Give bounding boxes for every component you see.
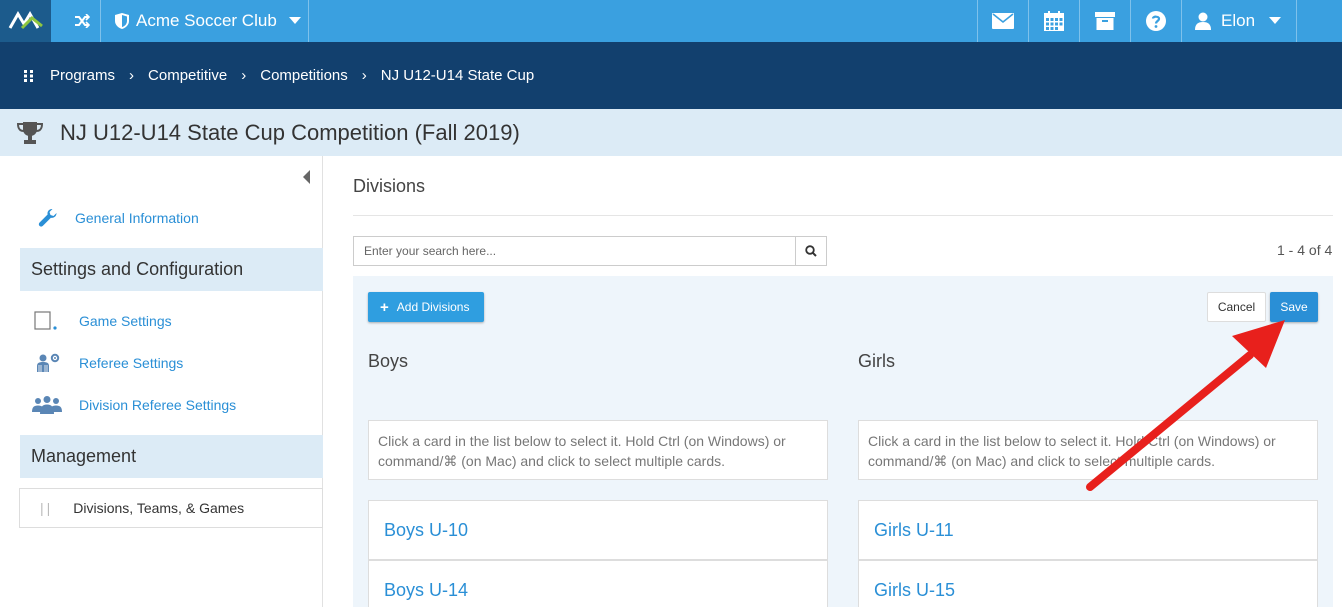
- section-management: Management: [20, 435, 323, 478]
- apps-grid-icon[interactable]: [24, 69, 36, 82]
- referee-gear-icon: [37, 353, 60, 372]
- list-bars-icon: ||: [40, 500, 54, 516]
- search-icon: [805, 245, 817, 257]
- wrench-icon: [38, 209, 57, 227]
- user-name: Elon: [1221, 11, 1256, 30]
- divisions-panel: + Add Divisions Cancel Save Boys Girls C…: [353, 276, 1333, 607]
- sidebar-item-label: Game Settings: [79, 313, 172, 329]
- field-icon: [34, 311, 57, 330]
- sidebar-item-general-information[interactable]: General Information: [38, 208, 199, 228]
- breadcrumb-competitive[interactable]: Competitive: [148, 67, 227, 84]
- main-content: Divisions 1 - 4 of 4 + Add Divisions Can…: [324, 156, 1342, 607]
- division-card-label: Boys U-10: [384, 519, 469, 540]
- section-title: Divisions: [353, 176, 426, 196]
- calendar-button[interactable]: [1029, 0, 1079, 42]
- trophy-icon: [16, 121, 44, 144]
- logo-icon: [8, 11, 43, 30]
- sidebar-item-label: Divisions, Teams, & Games: [73, 500, 245, 516]
- page-header: NJ U12-U14 State Cup Competition (Fall 2…: [0, 109, 1342, 156]
- collapse-sidebar-icon[interactable]: [303, 170, 310, 184]
- division-card-label: Girls U-15: [874, 579, 956, 600]
- app-logo[interactable]: [0, 0, 51, 42]
- shuffle-icon: [75, 14, 90, 28]
- division-card-label: Girls U-11: [874, 519, 954, 540]
- add-divisions-label: Add Divisions: [396, 300, 470, 314]
- add-divisions-button[interactable]: + Add Divisions: [368, 292, 484, 322]
- girls-column-title: Girls: [858, 351, 895, 371]
- chevron-down-icon: [288, 17, 301, 24]
- division-card-girls-u11[interactable]: Girls U-11: [858, 500, 1318, 560]
- sidebar-item-label: General Information: [75, 210, 199, 226]
- breadcrumb-competitions[interactable]: Competitions: [260, 67, 348, 84]
- sidebar-item-label: Referee Settings: [79, 355, 184, 371]
- shield-icon: [115, 13, 129, 29]
- divider: [308, 0, 309, 42]
- divider: [1296, 0, 1297, 42]
- chevron-down-icon: [1269, 17, 1282, 24]
- breadcrumb-programs[interactable]: Programs: [50, 67, 115, 84]
- chevron-right-icon: ›: [241, 67, 247, 84]
- plus-icon: +: [380, 298, 389, 316]
- cancel-button[interactable]: Cancel: [1207, 292, 1266, 322]
- boys-column-title: Boys: [368, 351, 409, 371]
- search-input[interactable]: [353, 236, 795, 266]
- search-button[interactable]: [795, 236, 827, 266]
- chevron-right-icon: ›: [129, 67, 135, 84]
- division-card-girls-u15[interactable]: Girls U-15: [858, 560, 1318, 607]
- save-button[interactable]: Save: [1270, 292, 1318, 322]
- user-icon: [1195, 12, 1211, 30]
- help-button[interactable]: [1131, 0, 1181, 42]
- breadcrumb: Programs › Competitive › Competitions › …: [0, 42, 1342, 109]
- breadcrumb-current: NJ U12-U14 State Cup: [380, 67, 535, 84]
- chevron-right-icon: ›: [361, 67, 367, 84]
- mail-icon: [992, 13, 1014, 29]
- section-settings-configuration: Settings and Configuration: [20, 248, 323, 291]
- division-card-boys-u10[interactable]: Boys U-10: [368, 500, 828, 560]
- selection-hint: Click a card in the list below to select…: [368, 420, 828, 480]
- sidebar-item-game-settings[interactable]: Game Settings: [34, 311, 172, 331]
- messages-button[interactable]: [978, 0, 1028, 42]
- division-card-label: Boys U-14: [384, 579, 469, 600]
- sidebar-item-referee-settings[interactable]: Referee Settings: [34, 353, 183, 373]
- archive-button[interactable]: [1080, 0, 1130, 42]
- calendar-icon: [1044, 11, 1064, 31]
- sidebar-item-divisions-teams-games[interactable]: || Divisions, Teams, & Games: [19, 488, 323, 528]
- top-navbar: Acme Soccer Club Elon: [0, 0, 1342, 42]
- sidebar: General Information Settings and Configu…: [0, 156, 323, 607]
- sidebar-item-label: Division Referee Settings: [79, 397, 237, 413]
- divider: [353, 215, 1333, 216]
- division-card-boys-u14[interactable]: Boys U-14: [368, 560, 828, 607]
- search-bar: [353, 236, 827, 266]
- switch-org-button[interactable]: [64, 0, 100, 42]
- help-icon: [1146, 11, 1166, 31]
- sidebar-item-division-referee-settings[interactable]: Division Referee Settings: [31, 395, 236, 415]
- result-count: 1 - 4 of 4: [1277, 242, 1333, 258]
- club-name: Acme Soccer Club: [136, 11, 277, 30]
- users-group-icon: [32, 396, 62, 414]
- divider: [100, 0, 101, 42]
- section-heading: Settings and Configuration: [31, 259, 244, 279]
- page-title: NJ U12-U14 State Cup Competition (Fall 2…: [60, 119, 520, 145]
- user-menu[interactable]: Elon: [1181, 0, 1296, 42]
- club-selector[interactable]: Acme Soccer Club: [114, 0, 301, 42]
- selection-hint: Click a card in the list below to select…: [858, 420, 1318, 480]
- archive-icon: [1095, 12, 1115, 30]
- section-heading: Management: [31, 446, 137, 466]
